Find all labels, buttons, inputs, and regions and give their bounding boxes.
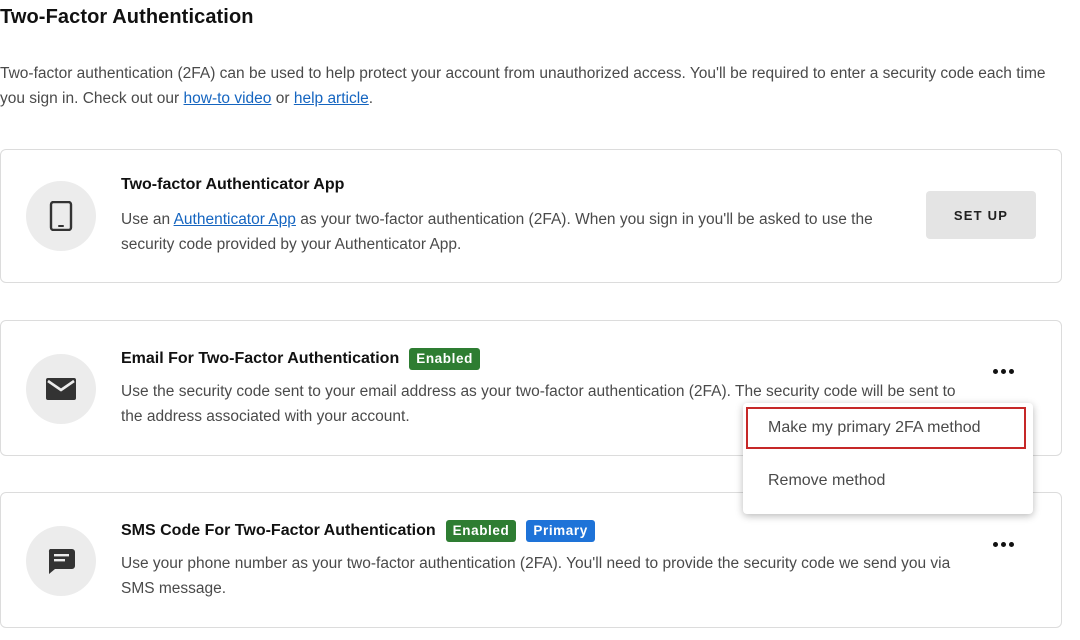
intro-text-end: .: [368, 90, 374, 107]
chat-message-icon: [48, 549, 75, 574]
how-to-video-link[interactable]: how-to video: [184, 90, 272, 107]
intro-text: Two-factor authentication (2FA) can be u…: [0, 61, 1062, 111]
sms-icon-circle: [26, 526, 96, 596]
authenticator-desc-start: Use an: [121, 211, 174, 228]
authenticator-title: Two-factor Authenticator App: [121, 176, 345, 193]
sms-card-header: SMS Code For Two-Factor Authentication E…: [121, 520, 595, 542]
email-more-options-button[interactable]: [985, 359, 1021, 383]
make-primary-menu-item[interactable]: Make my primary 2FA method: [743, 407, 1033, 449]
sms-more-options-button[interactable]: [985, 532, 1021, 556]
enabled-badge: Enabled: [445, 520, 517, 542]
help-article-link[interactable]: help article: [294, 90, 369, 107]
more-horizontal-icon: [992, 541, 1014, 547]
authenticator-app-link[interactable]: Authenticator App: [174, 211, 296, 228]
email-title: Email For Two-Factor Authentication: [121, 350, 400, 367]
authenticator-app-card: Two-factor Authenticator App Use an Auth…: [0, 149, 1062, 283]
sms-description: Use your phone number as your two-factor…: [121, 555, 951, 597]
enabled-badge: Enabled: [409, 348, 480, 370]
email-options-menu: Make my primary 2FA method Remove method: [743, 403, 1033, 514]
email-card-header: Email For Two-Factor Authentication Enab…: [121, 348, 480, 370]
set-up-button[interactable]: SET UP: [926, 191, 1036, 239]
email-icon-circle: [26, 354, 96, 424]
authenticator-icon-circle: [26, 181, 96, 251]
sms-title: SMS Code For Two-Factor Authentication: [121, 522, 436, 539]
envelope-icon: [46, 378, 76, 400]
remove-method-menu-item[interactable]: Remove method: [743, 465, 1033, 497]
authenticator-card-header: Two-factor Authenticator App: [121, 176, 344, 194]
page-title: Two-Factor Authentication: [0, 6, 254, 28]
more-horizontal-icon: [992, 368, 1014, 374]
intro-text-or: or: [271, 90, 294, 107]
tablet-icon: [49, 201, 73, 231]
remove-method-label: Remove method: [768, 472, 886, 489]
authenticator-description: Use an Authenticator App as your two-fac…: [121, 207, 901, 257]
intro-text-start: Two-factor authentication (2FA) can be u…: [0, 65, 1046, 107]
two-factor-page: Two-Factor Authentication Two-factor aut…: [0, 0, 1080, 640]
primary-badge: Primary: [526, 520, 595, 542]
make-primary-label: Make my primary 2FA method: [768, 419, 981, 436]
